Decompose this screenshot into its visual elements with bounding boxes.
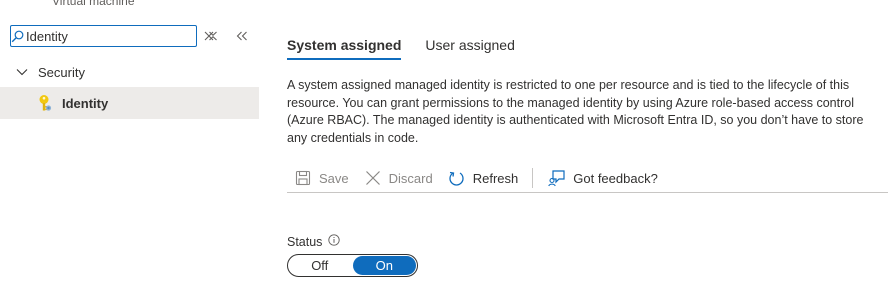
command-bar: Save Discard Refresh Got feedback? <box>287 164 888 193</box>
feedback-button[interactable]: Got feedback? <box>548 169 658 187</box>
sidebar-item-label: Identity <box>62 95 109 111</box>
collapse-menu-icon[interactable] <box>232 26 252 46</box>
identity-description: A system assigned managed identity is re… <box>287 78 864 145</box>
key-icon <box>37 94 53 112</box>
search-icon <box>11 26 24 46</box>
resource-type-label: Virtual machine <box>52 0 135 8</box>
tab-bar: System assigned User assigned <box>287 37 515 60</box>
chevron-down-icon <box>16 68 30 76</box>
tab-user-assigned[interactable]: User assigned <box>425 37 515 60</box>
save-label: Save <box>319 170 349 186</box>
status-off-option[interactable]: Off <box>288 255 352 276</box>
close-icon <box>364 169 382 187</box>
sidebar-item-identity[interactable]: Identity <box>0 87 259 119</box>
feedback-label: Got feedback? <box>573 170 658 186</box>
status-toggle[interactable]: Off On <box>287 254 418 277</box>
refresh-button[interactable]: Refresh <box>448 169 519 187</box>
status-label: Status <box>287 234 323 249</box>
save-button[interactable]: Save <box>294 169 349 187</box>
toolbar-divider <box>532 168 534 188</box>
save-icon <box>294 169 312 187</box>
search-box[interactable] <box>10 25 214 47</box>
clear-filter-icon[interactable] <box>203 26 223 46</box>
discard-label: Discard <box>388 170 433 186</box>
nav-group-security[interactable]: Security <box>0 61 259 83</box>
info-icon[interactable] <box>328 234 341 249</box>
status-on-option[interactable]: On <box>352 256 416 275</box>
feedback-icon <box>548 169 566 187</box>
nav-group-label: Security <box>38 64 85 80</box>
tab-system-assigned[interactable]: System assigned <box>287 37 402 60</box>
search-input[interactable] <box>24 26 204 46</box>
discard-button[interactable]: Discard <box>364 169 433 187</box>
refresh-label: Refresh <box>472 170 519 186</box>
refresh-icon <box>448 169 466 187</box>
status-label-row: Status <box>287 234 341 249</box>
